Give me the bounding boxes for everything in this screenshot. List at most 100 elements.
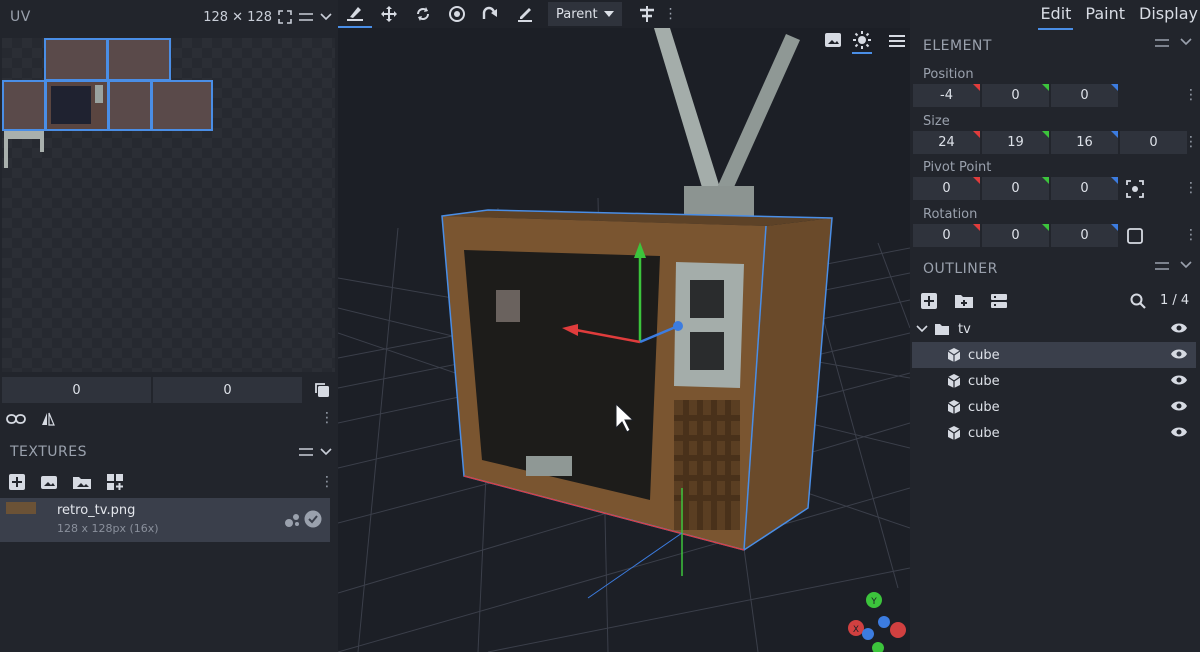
add-texture-icon[interactable] [8, 473, 26, 491]
uv-face-west[interactable] [108, 80, 152, 131]
outliner-item-name: cube [968, 399, 1000, 415]
outliner-group-name: tv [958, 321, 971, 337]
main-toolbar: Parent ⋮ [338, 0, 910, 28]
lighting-icon[interactable] [852, 30, 872, 54]
textures-more-icon[interactable]: ⋮ [320, 474, 334, 490]
uv-face-top[interactable] [44, 38, 108, 81]
size-label: Size [923, 114, 950, 129]
inflate-field[interactable]: 0 [1120, 131, 1187, 154]
uv-resolution[interactable]: 128 ✕ 128 [203, 10, 272, 25]
right-panel: Edit Paint Display ELEMENT Position -4 0… [910, 0, 1200, 652]
chevron-down-icon[interactable] [1180, 38, 1192, 46]
3d-viewport[interactable]: Y X [338, 28, 910, 652]
position-x-field[interactable]: -4 [913, 84, 980, 107]
uv-face-south[interactable] [151, 80, 213, 131]
eye-icon[interactable] [1170, 321, 1188, 335]
screen-reflection [496, 290, 520, 322]
import-texture-icon[interactable] [40, 473, 58, 491]
rotation-checkbox-icon[interactable] [1125, 226, 1145, 246]
outliner-item[interactable]: cube [912, 394, 1196, 420]
center-pivot-icon[interactable] [1125, 179, 1145, 199]
outliner-group-row[interactable]: tv [912, 316, 1196, 342]
menu-lines-icon[interactable] [298, 12, 314, 22]
texture-grid-icon[interactable] [106, 473, 124, 491]
uv-offset-x-field[interactable]: 0 [2, 377, 151, 403]
position-more-icon[interactable]: ⋮ [1184, 87, 1198, 103]
tool-transform-button[interactable] [474, 0, 508, 28]
texture-tools-row [8, 473, 124, 491]
menu-lines-icon[interactable] [298, 447, 314, 457]
size-x-field[interactable]: 24 [913, 131, 980, 154]
texture-name: retro_tv.png [57, 503, 136, 518]
chevron-down-icon[interactable] [320, 13, 332, 21]
toolbar-more-icon[interactable]: ⋮ [664, 6, 678, 22]
uv-screen-texture [51, 86, 91, 124]
antenna-left[interactable] [654, 28, 720, 194]
pivot-y-field[interactable]: 0 [982, 177, 1049, 200]
chevron-down-icon[interactable] [320, 448, 332, 456]
outliner-item[interactable]: cube [912, 342, 1196, 368]
fullscreen-icon[interactable] [278, 10, 292, 24]
space-mode-dropdown[interactable]: Parent [548, 2, 622, 26]
cube-icon [947, 374, 961, 388]
tab-paint[interactable]: Paint [1083, 0, 1127, 30]
add-cube-icon[interactable] [920, 292, 938, 310]
size-y-field[interactable]: 19 [982, 131, 1049, 154]
search-icon[interactable] [1130, 293, 1146, 309]
folder-texture-icon[interactable] [72, 473, 92, 491]
uv-knob-texture [95, 85, 103, 103]
uv-face-east[interactable] [2, 80, 46, 131]
pivot-z-field[interactable]: 0 [1051, 177, 1118, 200]
uv-tools-row [0, 405, 338, 433]
image-icon[interactable] [824, 32, 842, 48]
eye-icon[interactable] [1170, 399, 1188, 413]
particle-icon[interactable] [284, 511, 302, 529]
chevron-down-icon[interactable] [1180, 261, 1192, 269]
rotation-more-icon[interactable]: ⋮ [1184, 227, 1198, 243]
eye-icon[interactable] [1170, 373, 1188, 387]
menu-lines-icon[interactable] [1154, 261, 1170, 271]
uv-face-bottom[interactable] [107, 38, 171, 81]
rotation-y-field[interactable]: 0 [982, 224, 1049, 247]
outliner-item[interactable]: cube [912, 368, 1196, 394]
add-group-icon[interactable] [954, 292, 974, 310]
menu-lines-icon[interactable] [1154, 38, 1170, 48]
textures-panel-header: TEXTURES [0, 437, 338, 467]
position-label: Position [923, 67, 974, 82]
tool-move-button[interactable] [372, 0, 406, 28]
eye-icon[interactable] [1170, 347, 1188, 361]
rotation-x-field[interactable]: 0 [913, 224, 980, 247]
link-icon[interactable] [6, 412, 26, 426]
view-orientation-gizmo[interactable]: Y X [848, 592, 906, 652]
tool-resize-button[interactable] [440, 0, 474, 28]
mirror-icon[interactable] [40, 411, 56, 427]
mirror-modeling-button[interactable] [630, 0, 664, 28]
uv-antenna-strip [4, 138, 8, 168]
viewport-menu-icon[interactable] [888, 34, 906, 48]
size-more-icon[interactable]: ⋮ [1184, 134, 1198, 150]
mode-tabs: Edit Paint Display [1038, 0, 1200, 30]
uv-more-icon[interactable]: ⋮ [320, 410, 334, 426]
eye-icon[interactable] [1170, 425, 1188, 439]
uv-editor-canvas[interactable] [2, 38, 335, 372]
check-circle-icon[interactable] [304, 510, 322, 528]
tab-display[interactable]: Display [1137, 0, 1200, 30]
copy-icon[interactable] [313, 381, 331, 399]
pivot-more-icon[interactable]: ⋮ [1184, 180, 1198, 196]
position-z-field[interactable]: 0 [1051, 84, 1118, 107]
tool-pivot-button[interactable] [338, 0, 372, 28]
antenna-right[interactable] [716, 34, 800, 196]
tab-edit[interactable]: Edit [1038, 0, 1074, 30]
uv-offset-y-field[interactable]: 0 [153, 377, 302, 403]
uv-face-north[interactable] [45, 80, 109, 131]
outliner-item[interactable]: cube [912, 420, 1196, 446]
pivot-x-field[interactable]: 0 [913, 177, 980, 200]
chevron-down-icon[interactable] [916, 325, 928, 333]
rotation-z-field[interactable]: 0 [1051, 224, 1118, 247]
size-z-field[interactable]: 16 [1051, 131, 1118, 154]
texture-list-item[interactable]: retro_tv.png 128 x 128px (16x) [0, 498, 330, 542]
sort-icon[interactable] [990, 292, 1008, 310]
tool-vertex-snap-button[interactable] [508, 0, 542, 28]
position-y-field[interactable]: 0 [982, 84, 1049, 107]
tool-rotate-button[interactable] [406, 0, 440, 28]
